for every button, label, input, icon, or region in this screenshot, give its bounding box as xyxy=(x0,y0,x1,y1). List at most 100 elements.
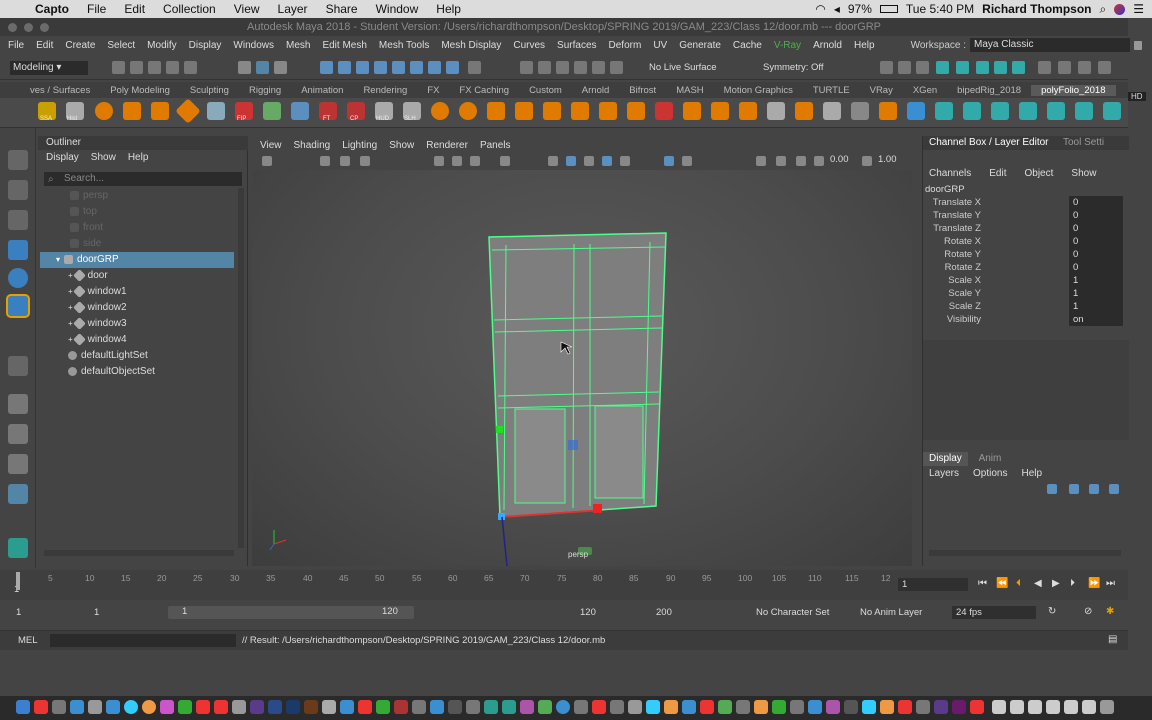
app-icon[interactable] xyxy=(970,700,984,714)
volume-icon[interactable]: ◂ xyxy=(834,2,840,16)
shelf-tab[interactable]: ves / Surfaces xyxy=(0,85,100,96)
uv-tool-icon[interactable] xyxy=(991,102,1009,120)
poly-tool-icon[interactable] xyxy=(795,102,813,120)
uv-tool-icon[interactable] xyxy=(1047,102,1065,120)
menu-file[interactable]: File xyxy=(0,40,30,51)
manipulator-center-handle[interactable] xyxy=(568,440,578,450)
app-icon[interactable] xyxy=(430,700,444,714)
app-icon[interactable] xyxy=(268,700,282,714)
menu-help[interactable]: Help xyxy=(1021,468,1042,479)
snap-curve-icon[interactable] xyxy=(538,61,551,74)
mac-menu-layer[interactable]: Layer xyxy=(269,2,317,16)
attribute-row[interactable]: Scale X 1 xyxy=(923,274,1123,287)
playback-end-field[interactable]: 120 xyxy=(576,606,646,619)
lasso-tool-icon[interactable] xyxy=(8,180,28,200)
attribute-row[interactable]: Rotate Y 0 xyxy=(923,248,1123,261)
sphere-icon[interactable] xyxy=(95,102,113,120)
redo-icon[interactable] xyxy=(184,61,197,74)
uv-tool-icon[interactable] xyxy=(1103,102,1121,120)
go-to-start-icon[interactable]: ⏮ xyxy=(978,578,987,589)
maya-icon[interactable] xyxy=(502,700,516,714)
shelf-tab[interactable]: Rendering xyxy=(353,85,417,96)
hypershade-icon[interactable] xyxy=(956,61,969,74)
move-tool-icon[interactable] xyxy=(8,240,28,260)
app-icon[interactable] xyxy=(448,700,462,714)
lock-icon[interactable] xyxy=(1134,40,1142,50)
attribute-value[interactable]: 0 xyxy=(1069,196,1123,209)
outliner-item-defaultobjectset[interactable]: defaultObjectSet xyxy=(40,364,234,380)
snap-projected-icon[interactable] xyxy=(574,61,587,74)
step-forward-icon[interactable]: ⏩ xyxy=(1088,578,1100,589)
playback-start-field[interactable]: 1 xyxy=(90,606,160,619)
app-icon[interactable] xyxy=(862,700,876,714)
app-icon[interactable] xyxy=(574,700,588,714)
mask-icon[interactable] xyxy=(392,61,405,74)
channel-box-icon[interactable] xyxy=(1098,61,1111,74)
app-icon[interactable] xyxy=(880,700,894,714)
select-tool-icon[interactable] xyxy=(8,150,28,170)
modeling-toolkit-icon[interactable] xyxy=(1038,61,1051,74)
tool-icon[interactable] xyxy=(291,102,309,120)
uv-tool-icon[interactable] xyxy=(963,102,981,120)
folder-icon[interactable] xyxy=(1082,700,1096,714)
attribute-value[interactable]: 1 xyxy=(1069,287,1123,300)
menu-show[interactable]: Show xyxy=(1071,168,1096,179)
uv-tool-icon[interactable] xyxy=(1019,102,1037,120)
shadows-icon[interactable] xyxy=(682,156,692,166)
shelf-tab[interactable]: Motion Graphics xyxy=(714,85,803,96)
fps-dropdown[interactable]: 24 fps xyxy=(952,606,1036,619)
app-icon[interactable] xyxy=(556,700,570,714)
app-icon[interactable] xyxy=(844,700,858,714)
shelf-tab[interactable]: Arnold xyxy=(572,85,619,96)
viewport-menu-renderer[interactable]: Renderer xyxy=(426,140,468,151)
menu-modify[interactable]: Modify xyxy=(141,40,182,51)
film-gate-icon[interactable] xyxy=(452,156,462,166)
folder-icon[interactable] xyxy=(992,700,1006,714)
outliner-item-window1[interactable]: + window1 xyxy=(40,284,234,300)
app-icon[interactable] xyxy=(106,700,120,714)
app-icon[interactable] xyxy=(772,700,786,714)
gate-mask-icon[interactable] xyxy=(500,156,510,166)
app-icon[interactable] xyxy=(610,700,624,714)
tab-tool-settings[interactable]: Tool Setti xyxy=(1063,136,1104,150)
notification-icon[interactable]: ☰ xyxy=(1133,2,1144,16)
rotate-tool-icon[interactable] xyxy=(8,268,28,288)
poly-tool-icon[interactable] xyxy=(571,102,589,120)
folder-icon[interactable] xyxy=(1010,700,1024,714)
app-icon[interactable] xyxy=(322,700,336,714)
shelf-tab[interactable]: XGen xyxy=(903,85,947,96)
menu-surfaces[interactable]: Surfaces xyxy=(551,40,602,51)
menu-edit[interactable]: Edit xyxy=(989,168,1006,179)
folder-icon[interactable] xyxy=(1028,700,1042,714)
attribute-row[interactable]: Visibility on xyxy=(923,313,1123,326)
shelf-tab[interactable]: bipedRig_2018 xyxy=(947,85,1031,96)
app-icon[interactable] xyxy=(196,700,210,714)
clock[interactable]: Tue 5:40 PM xyxy=(906,2,974,16)
exposure-icon[interactable] xyxy=(814,156,824,166)
shelf-tab[interactable]: VRay xyxy=(860,85,903,96)
go-to-end-icon[interactable]: ⏭ xyxy=(1106,578,1115,589)
app-icon[interactable] xyxy=(898,700,912,714)
shelf-tab[interactable]: Animation xyxy=(291,85,353,96)
attribute-value[interactable]: 0 xyxy=(1069,261,1123,274)
menu-curves[interactable]: Curves xyxy=(507,40,551,51)
menu-layers[interactable]: Layers xyxy=(929,468,959,479)
tool-settings-icon[interactable] xyxy=(1078,61,1091,74)
app-icon[interactable] xyxy=(34,700,48,714)
outliner-item-side[interactable]: side xyxy=(40,236,234,252)
2d-pan-zoom-icon[interactable] xyxy=(360,156,370,166)
viewport-menu-view[interactable]: View xyxy=(260,140,282,151)
channel-box-object-name[interactable]: doorGRP xyxy=(925,184,965,195)
light-editor-icon[interactable] xyxy=(994,61,1007,74)
menu-deform[interactable]: Deform xyxy=(603,40,648,51)
time-slider[interactable]: 1 5 10 15 20 25 30 35 40 45 50 55 60 65 … xyxy=(0,570,1128,600)
attribute-row[interactable]: Scale Z 1 xyxy=(923,300,1123,313)
attribute-row[interactable]: Translate Y 0 xyxy=(923,209,1123,222)
viewport-menu-lighting[interactable]: Lighting xyxy=(342,140,377,151)
attribute-row[interactable]: Translate Z 0 xyxy=(923,222,1123,235)
attribute-row[interactable]: Scale Y 1 xyxy=(923,287,1123,300)
script-editor-icon[interactable]: ▤ xyxy=(1108,634,1117,645)
snap-view-plane-icon[interactable] xyxy=(592,61,605,74)
trash-icon[interactable] xyxy=(1100,700,1114,714)
app-icon[interactable] xyxy=(232,700,246,714)
